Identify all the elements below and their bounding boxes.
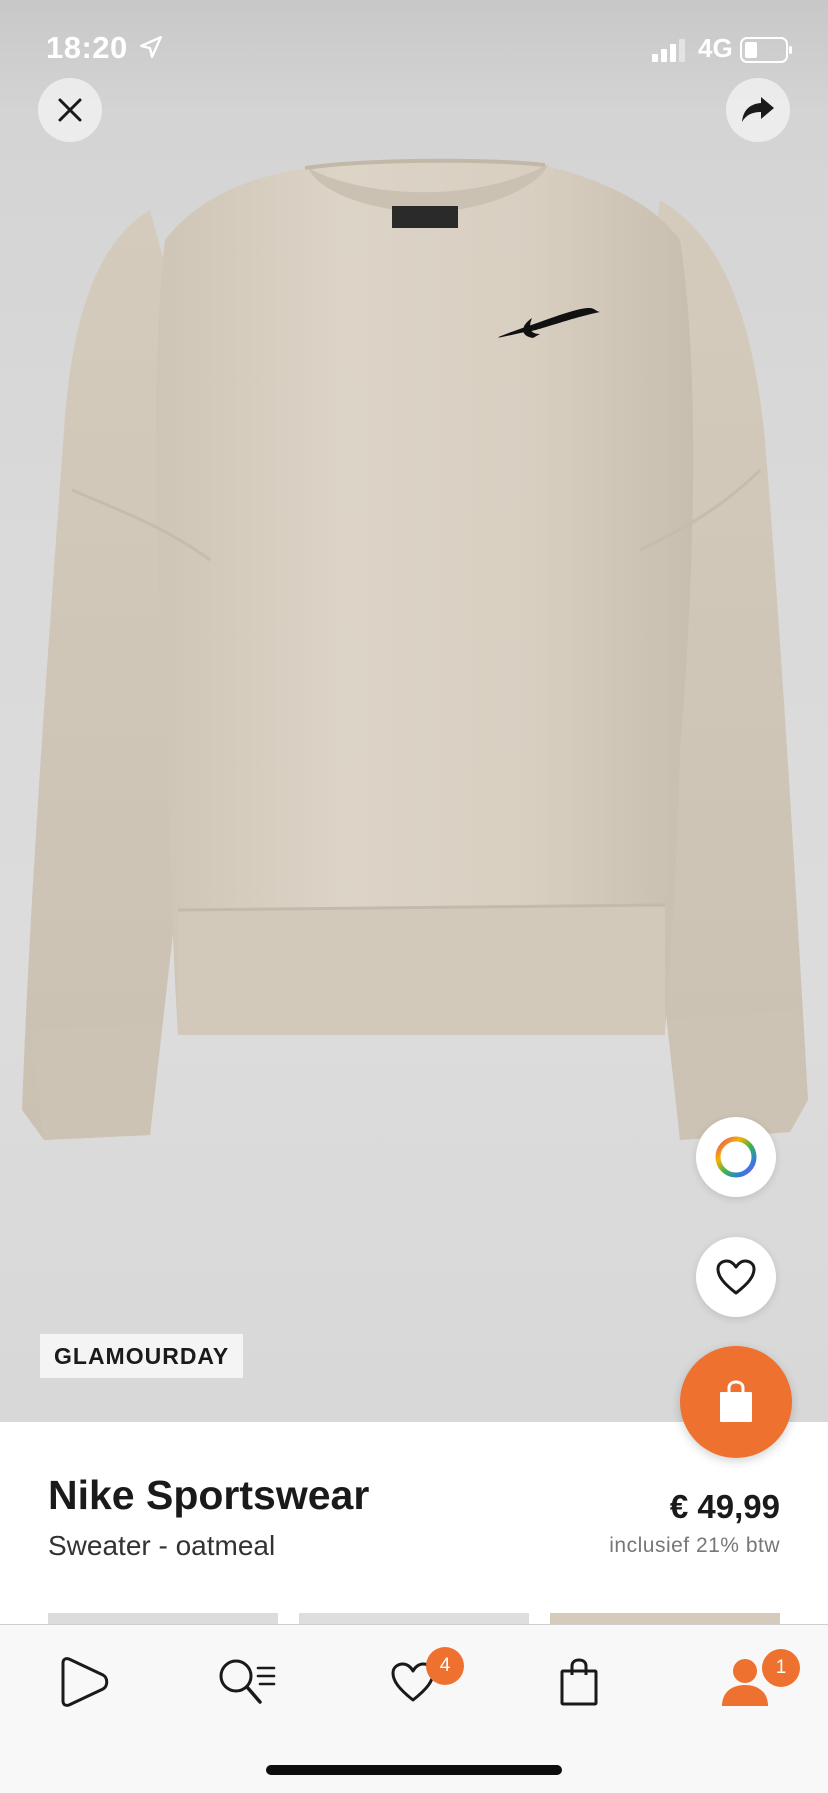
thumbnail[interactable] — [48, 1613, 278, 1624]
status-time: 18:20 — [46, 30, 128, 65]
product-thumbnails — [48, 1613, 780, 1624]
battery-icon — [740, 37, 792, 63]
heart-icon — [716, 1259, 756, 1295]
shopping-bag-icon — [560, 1658, 598, 1706]
tab-bar: 4 1 — [0, 1624, 828, 1793]
product-brand[interactable]: Nike Sportswear — [48, 1472, 369, 1519]
network-label: 4G — [698, 33, 733, 63]
close-icon — [58, 98, 82, 122]
search-icon — [219, 1659, 276, 1704]
tab-home[interactable] — [48, 1647, 118, 1717]
home-indicator — [266, 1765, 562, 1775]
close-button[interactable] — [38, 78, 102, 142]
vat-note: inclusief 21% btw — [609, 1534, 780, 1557]
product-photo — [22, 158, 808, 1140]
wishlist-badge: 4 — [426, 1647, 464, 1685]
shopping-bag-icon — [720, 1380, 752, 1422]
share-button[interactable] — [726, 78, 790, 142]
add-to-bag-button[interactable] — [680, 1346, 792, 1458]
brand-tag: GLAMOURDAY — [40, 1334, 244, 1378]
status-bar: 18:20 4G — [0, 0, 828, 100]
product-price: € 49,99 — [669, 1488, 780, 1525]
signal-icon — [652, 39, 685, 62]
tab-bag[interactable] — [544, 1647, 614, 1717]
thumbnail[interactable] — [550, 1613, 780, 1624]
thumbnail[interactable] — [299, 1613, 529, 1624]
home-icon — [61, 1657, 109, 1707]
color-options-button[interactable] — [696, 1117, 776, 1197]
color-wheel-icon — [715, 1136, 757, 1178]
add-to-wishlist-button[interactable] — [696, 1237, 776, 1317]
share-icon — [742, 97, 774, 122]
account-badge: 1 — [762, 1649, 800, 1687]
product-name: Sweater - oatmeal — [48, 1530, 276, 1561]
product-image-area[interactable]: 18:20 4G GLAMOURDAY — [0, 0, 828, 1422]
tab-wishlist[interactable]: 4 — [378, 1647, 464, 1717]
tab-search[interactable] — [213, 1647, 283, 1717]
tab-account[interactable]: 1 — [710, 1647, 800, 1717]
location-arrow-icon — [140, 36, 162, 58]
product-info: Nike Sportswear Sweater - oatmeal € 49,9… — [0, 1422, 828, 1624]
